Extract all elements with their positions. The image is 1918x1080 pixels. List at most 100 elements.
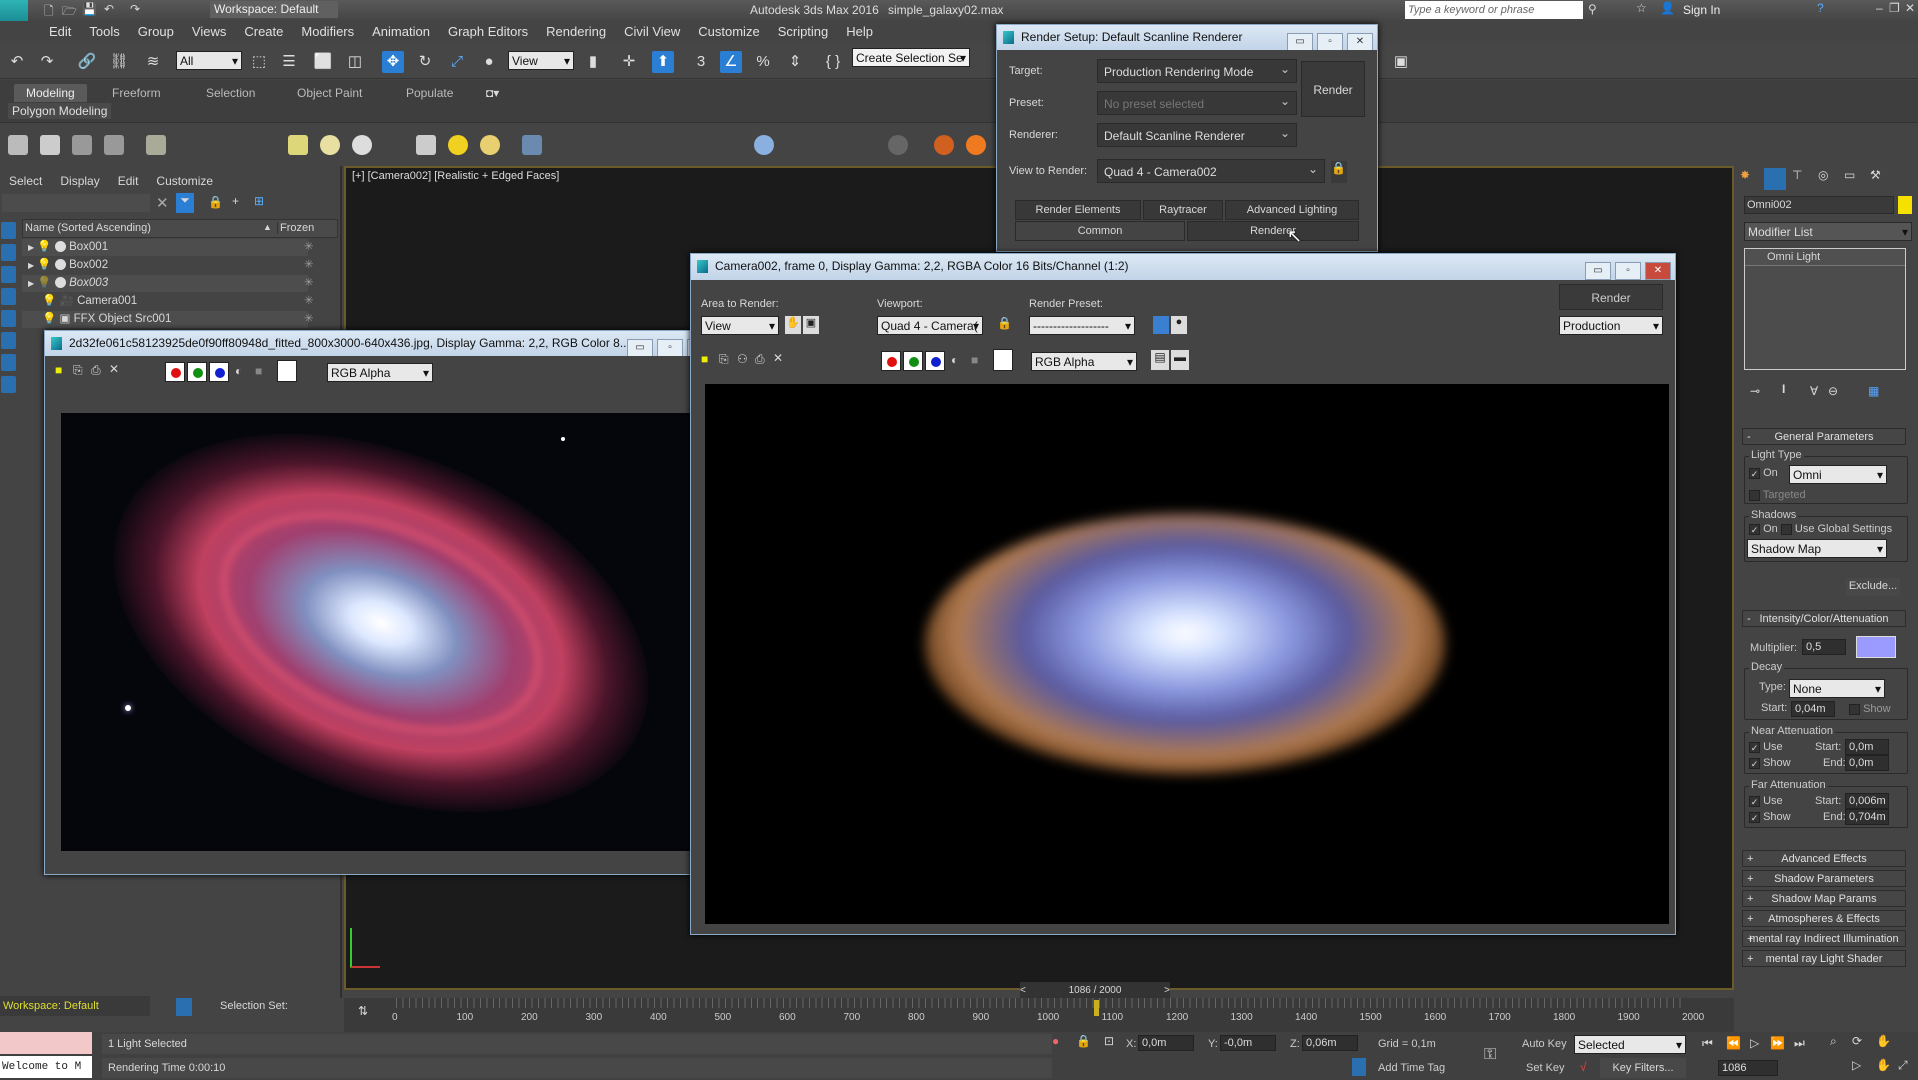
lightbulb-icon[interactable]: 💡 xyxy=(42,313,56,325)
blue-channel-toggle[interactable] xyxy=(925,351,945,371)
rollout-intensity-color-attenuation[interactable]: - Intensity/Color/Attenuation xyxy=(1742,610,1906,627)
create-tab-icon[interactable]: ✸ xyxy=(1740,168,1762,190)
rollout-atmospheres-effects[interactable]: + Atmospheres & Effects xyxy=(1742,910,1906,927)
channel-dropdown[interactable]: RGB Alpha xyxy=(327,363,433,383)
menu-help[interactable]: Help xyxy=(837,21,882,42)
show-end-result-icon[interactable]: I xyxy=(1782,382,1785,396)
explorer-menu-edit[interactable]: Edit xyxy=(109,170,148,192)
green-channel-toggle[interactable] xyxy=(903,351,923,371)
absolute-mode-icon[interactable]: ⊡ xyxy=(1104,1034,1114,1048)
time-tag-icon[interactable] xyxy=(1352,1058,1366,1076)
play-icon[interactable]: ▷ xyxy=(1750,1036,1759,1050)
select-manipulate-icon[interactable]: ✛ xyxy=(618,51,640,73)
display-lights-icon[interactable] xyxy=(1,288,16,305)
go-to-start-icon[interactable]: ⏮ xyxy=(1702,1036,1713,1051)
near-start-spinner[interactable]: 0,0m xyxy=(1845,739,1889,755)
modify-tab-icon[interactable] xyxy=(1764,168,1786,190)
time-slider[interactable]: <1086 / 2000 > xyxy=(1020,982,1170,999)
tab-advanced-lighting[interactable]: Advanced Lighting xyxy=(1225,200,1359,220)
open-file-icon[interactable]: 🗁 xyxy=(62,2,77,23)
print-icon[interactable]: ⎙ xyxy=(91,363,101,378)
shadows-on-checkbox[interactable]: ✓ xyxy=(1749,523,1760,535)
y-coordinate-field[interactable]: -0,0m xyxy=(1220,1035,1276,1051)
monochrome-icon[interactable]: ◐ xyxy=(951,353,958,367)
maxscript-output[interactable] xyxy=(0,1032,92,1054)
scale-icon[interactable]: ⤢ xyxy=(446,51,468,73)
help-icon[interactable] xyxy=(888,135,908,155)
frozen-icon[interactable]: ✳ xyxy=(304,275,314,292)
menu-graph-editors[interactable]: Graph Editors xyxy=(439,21,537,42)
near-use-checkbox[interactable]: ✓ xyxy=(1749,741,1760,753)
table-row[interactable]: ▶ 💡 Box003 ✳ xyxy=(22,275,314,292)
render-button[interactable]: Render xyxy=(1301,61,1365,117)
configure-sets-icon[interactable]: ▦ xyxy=(1868,384,1879,398)
far-end-spinner[interactable]: 0,704m xyxy=(1845,809,1889,825)
workspace-selector[interactable]: Workspace: Default xyxy=(0,996,150,1016)
rollout-general-parameters[interactable]: - General Parameters xyxy=(1742,428,1906,445)
far-use-checkbox[interactable]: ✓ xyxy=(1749,795,1760,807)
frozen-icon[interactable]: ✳ xyxy=(304,257,314,274)
search-input[interactable]: Type a keyword or phrase xyxy=(1405,1,1583,19)
rollout-mental-ray-light-shader[interactable]: + mental ray Light Shader xyxy=(1742,950,1906,967)
light-icon[interactable] xyxy=(480,135,500,155)
area-to-render-dropdown[interactable]: View xyxy=(701,316,779,336)
set-key-button[interactable]: Set Key xyxy=(1526,1062,1565,1074)
tab-selection[interactable]: Selection xyxy=(194,84,267,102)
expand-icon[interactable]: ▶ xyxy=(28,261,34,270)
rollout-advanced-effects[interactable]: + Advanced Effects xyxy=(1742,850,1906,867)
frozen-icon[interactable]: ✳ xyxy=(304,239,314,256)
render-frame-icon[interactable]: ▣ xyxy=(1390,51,1412,73)
red-channel-toggle[interactable] xyxy=(881,351,901,371)
column-frozen[interactable]: Frozen xyxy=(277,222,314,234)
select-children-icon[interactable]: ⊞ xyxy=(254,194,264,208)
redo-icon[interactable]: ↷ xyxy=(36,51,58,73)
teapot-icon[interactable] xyxy=(8,135,28,155)
tab-freeform[interactable]: Freeform xyxy=(100,84,173,102)
go-to-end-icon[interactable]: ⏭ xyxy=(1794,1036,1805,1051)
table-row[interactable]: ▶ 💡 Box001 ✳ xyxy=(22,239,314,256)
far-show-checkbox[interactable]: ✓ xyxy=(1749,811,1760,823)
maximize-viewport-icon[interactable]: ⤢ xyxy=(1898,1058,1908,1073)
preset-dropdown[interactable]: No preset selected xyxy=(1097,89,1297,115)
red-channel-toggle[interactable] xyxy=(165,362,185,382)
pan-icon[interactable]: ✋ xyxy=(1876,1034,1891,1048)
clear-icon[interactable]: ✕ xyxy=(773,351,783,365)
tab-modeling[interactable]: Modeling xyxy=(14,84,87,102)
lightbulb-icon[interactable]: 💡 xyxy=(37,241,51,253)
pin-stack-icon[interactable]: ⊸ xyxy=(1750,384,1760,398)
key-filters-button[interactable]: Key Filters... xyxy=(1600,1058,1686,1078)
display-groups-icon[interactable] xyxy=(1,376,16,393)
current-frame-field[interactable]: 1086 xyxy=(1718,1060,1778,1076)
menu-views[interactable]: Views xyxy=(183,21,235,42)
star-icon[interactable]: ☆ xyxy=(1636,1,1647,15)
save-image-icon[interactable]: ■ xyxy=(701,352,708,366)
display-toggle-icon[interactable]: ▤ xyxy=(1151,350,1169,370)
sphere-blue-icon[interactable] xyxy=(754,135,774,155)
zoom-icon[interactable]: ⌕ xyxy=(1830,1034,1837,1049)
frozen-icon[interactable]: ✳ xyxy=(304,293,314,310)
undo-icon[interactable]: ↶ xyxy=(6,51,28,73)
decay-show-checkbox[interactable] xyxy=(1849,703,1860,715)
binoculars-icon[interactable]: ⚲ xyxy=(1588,2,1597,16)
lightbulb-icon[interactable]: 💡 xyxy=(42,295,56,307)
menu-create[interactable]: Create xyxy=(235,21,292,42)
menu-rendering[interactable]: Rendering xyxy=(537,21,615,42)
menu-scripting[interactable]: Scripting xyxy=(769,21,838,42)
isolate-icon[interactable]: ● xyxy=(1052,1034,1059,1048)
menu-modifiers[interactable]: Modifiers xyxy=(292,21,363,42)
tab-common[interactable]: Common xyxy=(1015,221,1185,241)
z-coordinate-field[interactable]: 0,06m xyxy=(1302,1035,1358,1051)
print-icon[interactable]: ⎙ xyxy=(755,352,765,367)
table-row[interactable]: 💡 ▣ FFX Object Src001 ✳ xyxy=(22,311,314,328)
expand-icon[interactable]: ▶ xyxy=(28,243,34,252)
maximize-button[interactable]: ▫ xyxy=(657,339,683,356)
copy-image-icon[interactable]: ⎘ xyxy=(719,352,729,367)
near-end-spinner[interactable]: 0,0m xyxy=(1845,755,1889,771)
minimize-button[interactable]: ▭ xyxy=(627,339,653,356)
polygon-modeling-panel[interactable]: Polygon Modeling xyxy=(8,103,112,119)
color-clipboard-icon[interactable]: ▬ xyxy=(1171,350,1189,370)
close-button[interactable]: ✕ xyxy=(1347,33,1373,50)
save-icon[interactable]: 💾 xyxy=(82,2,97,16)
pivot-icon[interactable]: ▮ xyxy=(582,51,604,73)
sign-in-link[interactable]: Sign In xyxy=(1683,3,1720,17)
